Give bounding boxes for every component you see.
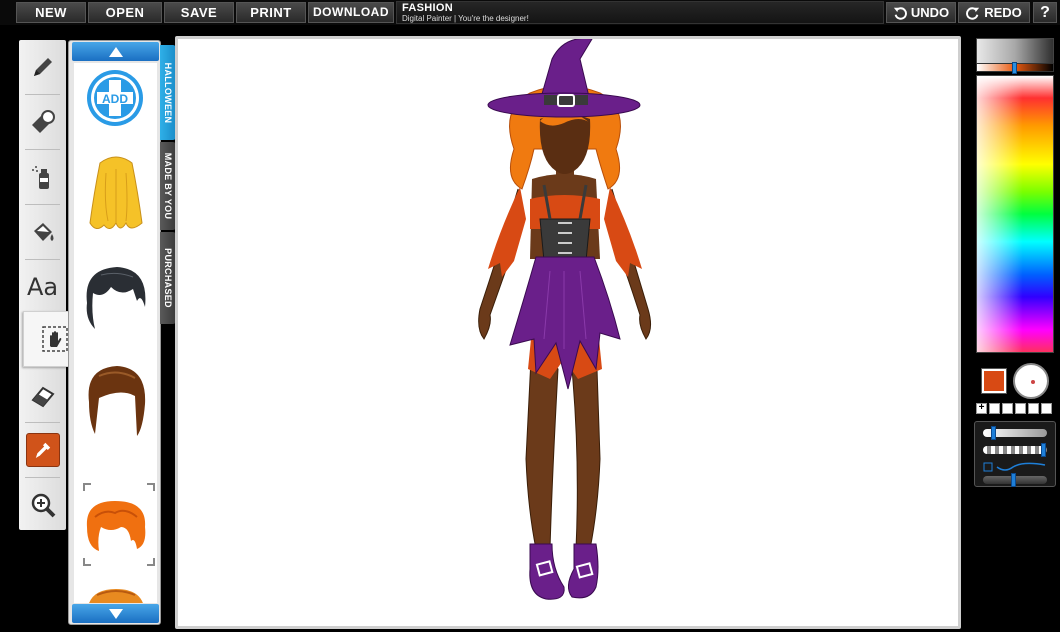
orange-bangs-thumbnail — [88, 589, 143, 603]
hair-item-blonde[interactable] — [74, 151, 157, 239]
smoothing-slider[interactable] — [983, 460, 1047, 472]
new-button[interactable]: NEW — [16, 2, 86, 23]
fill-tool[interactable] — [19, 205, 66, 259]
softness-slider[interactable] — [983, 473, 1047, 487]
orange-hair-thumbnail — [86, 501, 145, 551]
brush-size-slider[interactable] — [983, 426, 1047, 440]
redo-button[interactable]: REDO — [958, 2, 1030, 23]
eyedropper-tool[interactable] — [19, 423, 66, 477]
color-spectrum[interactable] — [976, 75, 1054, 353]
shade-slider[interactable] — [976, 62, 1054, 74]
download-button[interactable]: DOWNLOAD — [308, 2, 394, 23]
text-tool[interactable]: Aa — [19, 260, 66, 314]
eraser-tool[interactable] — [19, 368, 66, 422]
arrow-up-icon — [108, 46, 123, 57]
add-label: ADD — [102, 92, 128, 106]
arrow-down-icon — [108, 608, 123, 619]
eraser-icon — [30, 386, 55, 408]
hand-select-icon — [41, 326, 68, 352]
brush-settings — [974, 421, 1056, 487]
tab-halloween[interactable]: HALLOWEEN — [160, 45, 176, 140]
spray-tool[interactable] — [19, 150, 66, 204]
hair-item-black[interactable] — [74, 257, 157, 337]
tab-purchased-label: PURCHASED — [163, 248, 173, 308]
help-button[interactable]: ? — [1033, 2, 1057, 23]
add-item-button[interactable]: ADD — [86, 69, 144, 127]
app-window: NEW OPEN SAVE PRINT DOWNLOAD FASHION Dig… — [0, 0, 1060, 632]
brush-size-option[interactable] — [1041, 403, 1052, 414]
tab-halloween-label: HALLOWEEN — [163, 62, 173, 123]
brown-hair-thumbnail — [88, 366, 145, 436]
scroll-up-button[interactable] — [72, 42, 159, 61]
app-subtitle: Digital Painter | You're the designer! — [402, 14, 529, 23]
current-color-swatch[interactable] — [981, 368, 1007, 394]
brush-dot — [1031, 380, 1035, 384]
redo-icon — [966, 6, 980, 20]
brush-size-options: + — [976, 403, 1054, 416]
print-button[interactable]: PRINT — [236, 2, 306, 23]
pencil-icon — [33, 58, 52, 76]
brush-preview[interactable] — [1013, 363, 1049, 399]
grayscale-picker[interactable] — [976, 38, 1054, 64]
hair-item-orange-curly[interactable] — [74, 487, 157, 563]
tab-made-by-you[interactable]: MADE BY YOU — [160, 142, 176, 230]
save-button[interactable]: SAVE — [164, 2, 234, 23]
opacity-slider[interactable] — [983, 443, 1047, 457]
undo-button[interactable]: UNDO — [886, 2, 956, 23]
pencil-tool[interactable] — [19, 40, 66, 94]
app-title: FASHION — [402, 2, 453, 14]
wave-icon — [983, 462, 1046, 472]
item-list[interactable]: ADD — [74, 63, 157, 603]
redo-label: REDO — [984, 5, 1022, 20]
tool-palette: Aa — [19, 40, 85, 532]
paint-bucket-icon — [33, 223, 53, 241]
tab-made-by-you-label: MADE BY YOU — [163, 152, 173, 220]
black-hair-thumbnail — [86, 267, 145, 329]
eyedropper-icon — [35, 442, 50, 458]
open-button[interactable]: OPEN — [88, 2, 162, 23]
stamp-icon — [31, 110, 55, 133]
undo-icon — [893, 6, 907, 20]
brush-size-option[interactable] — [1015, 403, 1026, 414]
top-menu-bar: NEW OPEN SAVE PRINT DOWNLOAD FASHION Dig… — [0, 0, 1060, 25]
undo-label: UNDO — [910, 5, 950, 20]
app-brand: FASHION Digital Painter | You're the des… — [396, 1, 884, 24]
blonde-hair-thumbnail — [88, 156, 143, 229]
drawing-canvas[interactable] — [175, 36, 961, 629]
brush-size-option[interactable] — [1002, 403, 1013, 414]
witch-fashion-figure[interactable] — [440, 39, 690, 609]
brush-size-option[interactable] — [1028, 403, 1039, 414]
add-size-button[interactable]: + — [976, 403, 987, 414]
eyedropper-tool-swatch — [25, 433, 60, 467]
stamp-tool[interactable] — [19, 95, 66, 149]
item-panel: ADD — [68, 40, 161, 625]
hair-item-orange-bangs[interactable] — [74, 585, 157, 603]
brush-size-option[interactable] — [989, 403, 1000, 414]
text-icon: Aa — [26, 273, 59, 301]
zoom-tool[interactable] — [19, 478, 66, 532]
spray-can-icon — [31, 166, 49, 189]
tab-purchased[interactable]: PURCHASED — [160, 232, 176, 324]
hair-item-brown[interactable] — [74, 359, 157, 441]
scroll-down-button[interactable] — [72, 604, 159, 623]
zoom-in-icon — [31, 493, 55, 518]
shade-slider-handle[interactable] — [1012, 62, 1017, 74]
